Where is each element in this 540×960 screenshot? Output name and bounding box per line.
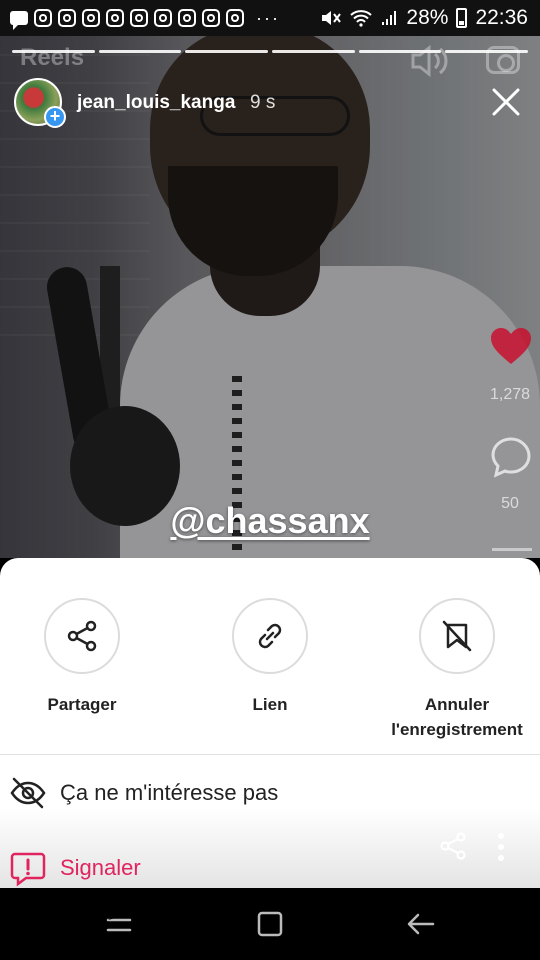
comment-icon bbox=[491, 437, 531, 478]
not-interested-label: Ça ne m'intéresse pas bbox=[60, 780, 279, 805]
link-label: Lien bbox=[252, 695, 288, 714]
back-button[interactable] bbox=[406, 910, 436, 943]
add-story-icon[interactable]: + bbox=[44, 106, 66, 128]
instagram-notification-icon bbox=[130, 9, 148, 27]
unsave-icon bbox=[442, 620, 472, 652]
home-button[interactable] bbox=[256, 910, 284, 943]
navigation-bar bbox=[0, 888, 540, 960]
recent-apps-button[interactable] bbox=[104, 910, 134, 943]
instagram-notification-icon bbox=[154, 9, 172, 27]
options-sheet: Partager Lien Annuler l'enregistrement Ç… bbox=[0, 558, 540, 888]
more-notifications-icon: ··· bbox=[256, 7, 280, 28]
share-label: Partager bbox=[47, 695, 117, 714]
reel-video[interactable] bbox=[0, 36, 540, 558]
report-icon bbox=[8, 848, 48, 888]
wifi-icon bbox=[350, 10, 373, 27]
report-label: Signaler bbox=[60, 855, 141, 880]
progress-segment bbox=[98, 50, 182, 53]
comment-button[interactable] bbox=[490, 436, 532, 483]
unsave-label: Annuler l'enregistrement bbox=[391, 695, 523, 739]
reels-ghost-title: Reels bbox=[20, 44, 85, 71]
link-icon bbox=[258, 623, 282, 649]
link-action[interactable]: Lien bbox=[190, 598, 350, 717]
progress-segment bbox=[445, 50, 529, 53]
progress-segment bbox=[185, 50, 269, 53]
progress-segment bbox=[358, 50, 442, 53]
message-icon bbox=[10, 11, 28, 30]
instagram-notification-icon bbox=[58, 9, 76, 27]
system-status: 28% 22:36 bbox=[320, 6, 528, 30]
instagram-notification-icon bbox=[34, 9, 52, 27]
clock: 22:36 bbox=[475, 6, 528, 29]
share-icon bbox=[440, 832, 466, 860]
share-icon bbox=[67, 620, 97, 652]
instagram-notification-icon bbox=[226, 9, 244, 27]
mention-text[interactable]: @chassanx bbox=[170, 500, 369, 541]
link-button[interactable] bbox=[232, 598, 308, 674]
instagram-notification-icon bbox=[82, 9, 100, 27]
eye-off-icon bbox=[8, 773, 48, 813]
close-icon bbox=[492, 88, 520, 116]
instagram-notification-icon bbox=[178, 9, 196, 27]
floating-share-button[interactable] bbox=[437, 830, 469, 867]
progress-segment bbox=[12, 50, 95, 53]
dim-overlay bbox=[0, 36, 540, 558]
close-button[interactable] bbox=[488, 84, 524, 120]
more-options-button[interactable] bbox=[496, 832, 506, 867]
recent-apps-icon bbox=[106, 914, 132, 932]
instagram-notification-icon bbox=[106, 9, 124, 27]
timestamp: 9 s bbox=[250, 92, 276, 113]
share-action[interactable]: Partager bbox=[2, 598, 162, 717]
unsave-button[interactable] bbox=[419, 598, 495, 674]
mute-icon bbox=[322, 11, 342, 25]
more-vertical-icon bbox=[498, 833, 504, 861]
divider bbox=[0, 754, 540, 755]
home-icon bbox=[257, 911, 283, 937]
status-bar: ··· 28% 22:36 bbox=[0, 0, 540, 36]
progress-segment bbox=[272, 50, 355, 53]
username[interactable]: jean_louis_kanga bbox=[77, 92, 235, 114]
story-progress bbox=[12, 50, 529, 53]
like-count: 1,278 bbox=[489, 386, 531, 403]
unsave-action[interactable]: Annuler l'enregistrement bbox=[377, 598, 537, 742]
heart-icon bbox=[491, 328, 531, 364]
instagram-notification-icon bbox=[202, 9, 220, 27]
share-button[interactable] bbox=[44, 598, 120, 674]
back-arrow-icon bbox=[407, 913, 435, 935]
battery-icon bbox=[456, 8, 468, 28]
signal-icon bbox=[382, 11, 397, 25]
like-button[interactable] bbox=[489, 326, 533, 371]
notification-icons bbox=[10, 9, 244, 30]
battery-percent: 28% bbox=[406, 6, 449, 29]
mention-sticker[interactable]: @chassanx bbox=[0, 500, 540, 542]
